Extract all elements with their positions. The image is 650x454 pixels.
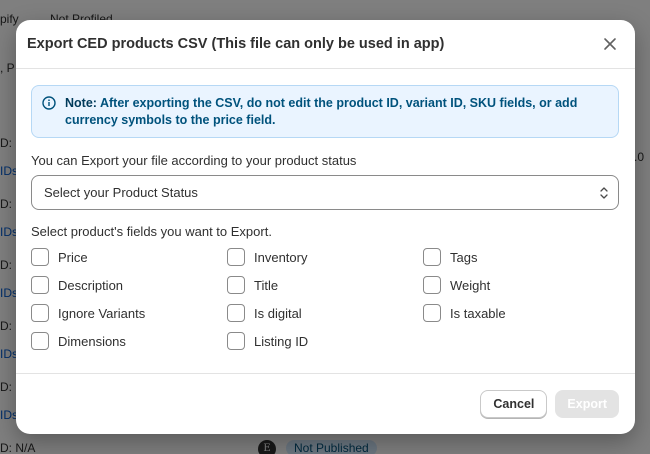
- checkbox-inventory[interactable]: Inventory: [227, 247, 423, 267]
- checkbox-tags[interactable]: Tags: [423, 247, 619, 267]
- fields-checkbox-grid: Price Inventory Tags Description Title W…: [31, 247, 619, 351]
- checkbox-box[interactable]: [227, 332, 245, 350]
- modal-body: Note: After exporting the CSV, do not ed…: [16, 69, 635, 351]
- checkbox-box[interactable]: [227, 276, 245, 294]
- close-button[interactable]: [597, 31, 623, 57]
- checkbox-box[interactable]: [31, 304, 49, 322]
- checkbox-box[interactable]: [31, 332, 49, 350]
- export-button[interactable]: Export: [555, 390, 619, 418]
- select-chevrons-icon: [600, 186, 608, 199]
- checkbox-label: Is digital: [254, 305, 302, 321]
- checkbox-label: Price: [58, 249, 88, 265]
- export-modal: Export CED products CSV (This file can o…: [16, 20, 635, 434]
- checkbox-listing-id[interactable]: Listing ID: [227, 331, 423, 351]
- note-message: After exporting the CSV, do not edit the…: [65, 96, 578, 127]
- note-text: Note: After exporting the CSV, do not ed…: [65, 95, 606, 129]
- checkbox-ignore-variants[interactable]: Ignore Variants: [31, 303, 227, 323]
- note-prefix: Note:: [65, 96, 97, 110]
- checkbox-weight[interactable]: Weight: [423, 275, 619, 295]
- checkbox-box[interactable]: [423, 276, 441, 294]
- checkbox-label: Weight: [450, 277, 491, 293]
- close-icon: [604, 38, 616, 50]
- checkbox-label: Ignore Variants: [58, 305, 146, 321]
- checkbox-box[interactable]: [423, 248, 441, 266]
- checkbox-label: Listing ID: [254, 333, 309, 349]
- fields-label: Select product's fields you want to Expo…: [31, 224, 272, 239]
- select-placeholder: Select your Product Status: [44, 185, 198, 200]
- info-icon: [42, 96, 56, 110]
- modal-title: Export CED products CSV (This file can o…: [27, 36, 445, 52]
- checkbox-box[interactable]: [227, 304, 245, 322]
- checkbox-label: Description: [58, 277, 124, 293]
- checkbox-label: Dimensions: [58, 333, 126, 349]
- modal-footer: Cancel Export: [16, 373, 635, 434]
- status-label: You can Export your file according to yo…: [31, 153, 357, 168]
- modal-header: Export CED products CSV (This file can o…: [16, 20, 635, 69]
- cancel-button[interactable]: Cancel: [480, 390, 548, 418]
- checkbox-box[interactable]: [227, 248, 245, 266]
- checkbox-label: Inventory: [254, 249, 308, 265]
- checkbox-is-taxable[interactable]: Is taxable: [423, 303, 619, 323]
- checkbox-label: Title: [254, 277, 279, 293]
- checkbox-description[interactable]: Description: [31, 275, 227, 295]
- checkbox-box[interactable]: [31, 248, 49, 266]
- checkbox-box[interactable]: [423, 304, 441, 322]
- checkbox-label: Tags: [450, 249, 478, 265]
- note-banner: Note: After exporting the CSV, do not ed…: [31, 85, 619, 138]
- checkbox-price[interactable]: Price: [31, 247, 227, 267]
- checkbox-label: Is taxable: [450, 305, 506, 321]
- product-status-select[interactable]: Select your Product Status: [31, 175, 619, 210]
- checkbox-box[interactable]: [31, 276, 49, 294]
- checkbox-dimensions[interactable]: Dimensions: [31, 331, 227, 351]
- checkbox-title[interactable]: Title: [227, 275, 423, 295]
- checkbox-is-digital[interactable]: Is digital: [227, 303, 423, 323]
